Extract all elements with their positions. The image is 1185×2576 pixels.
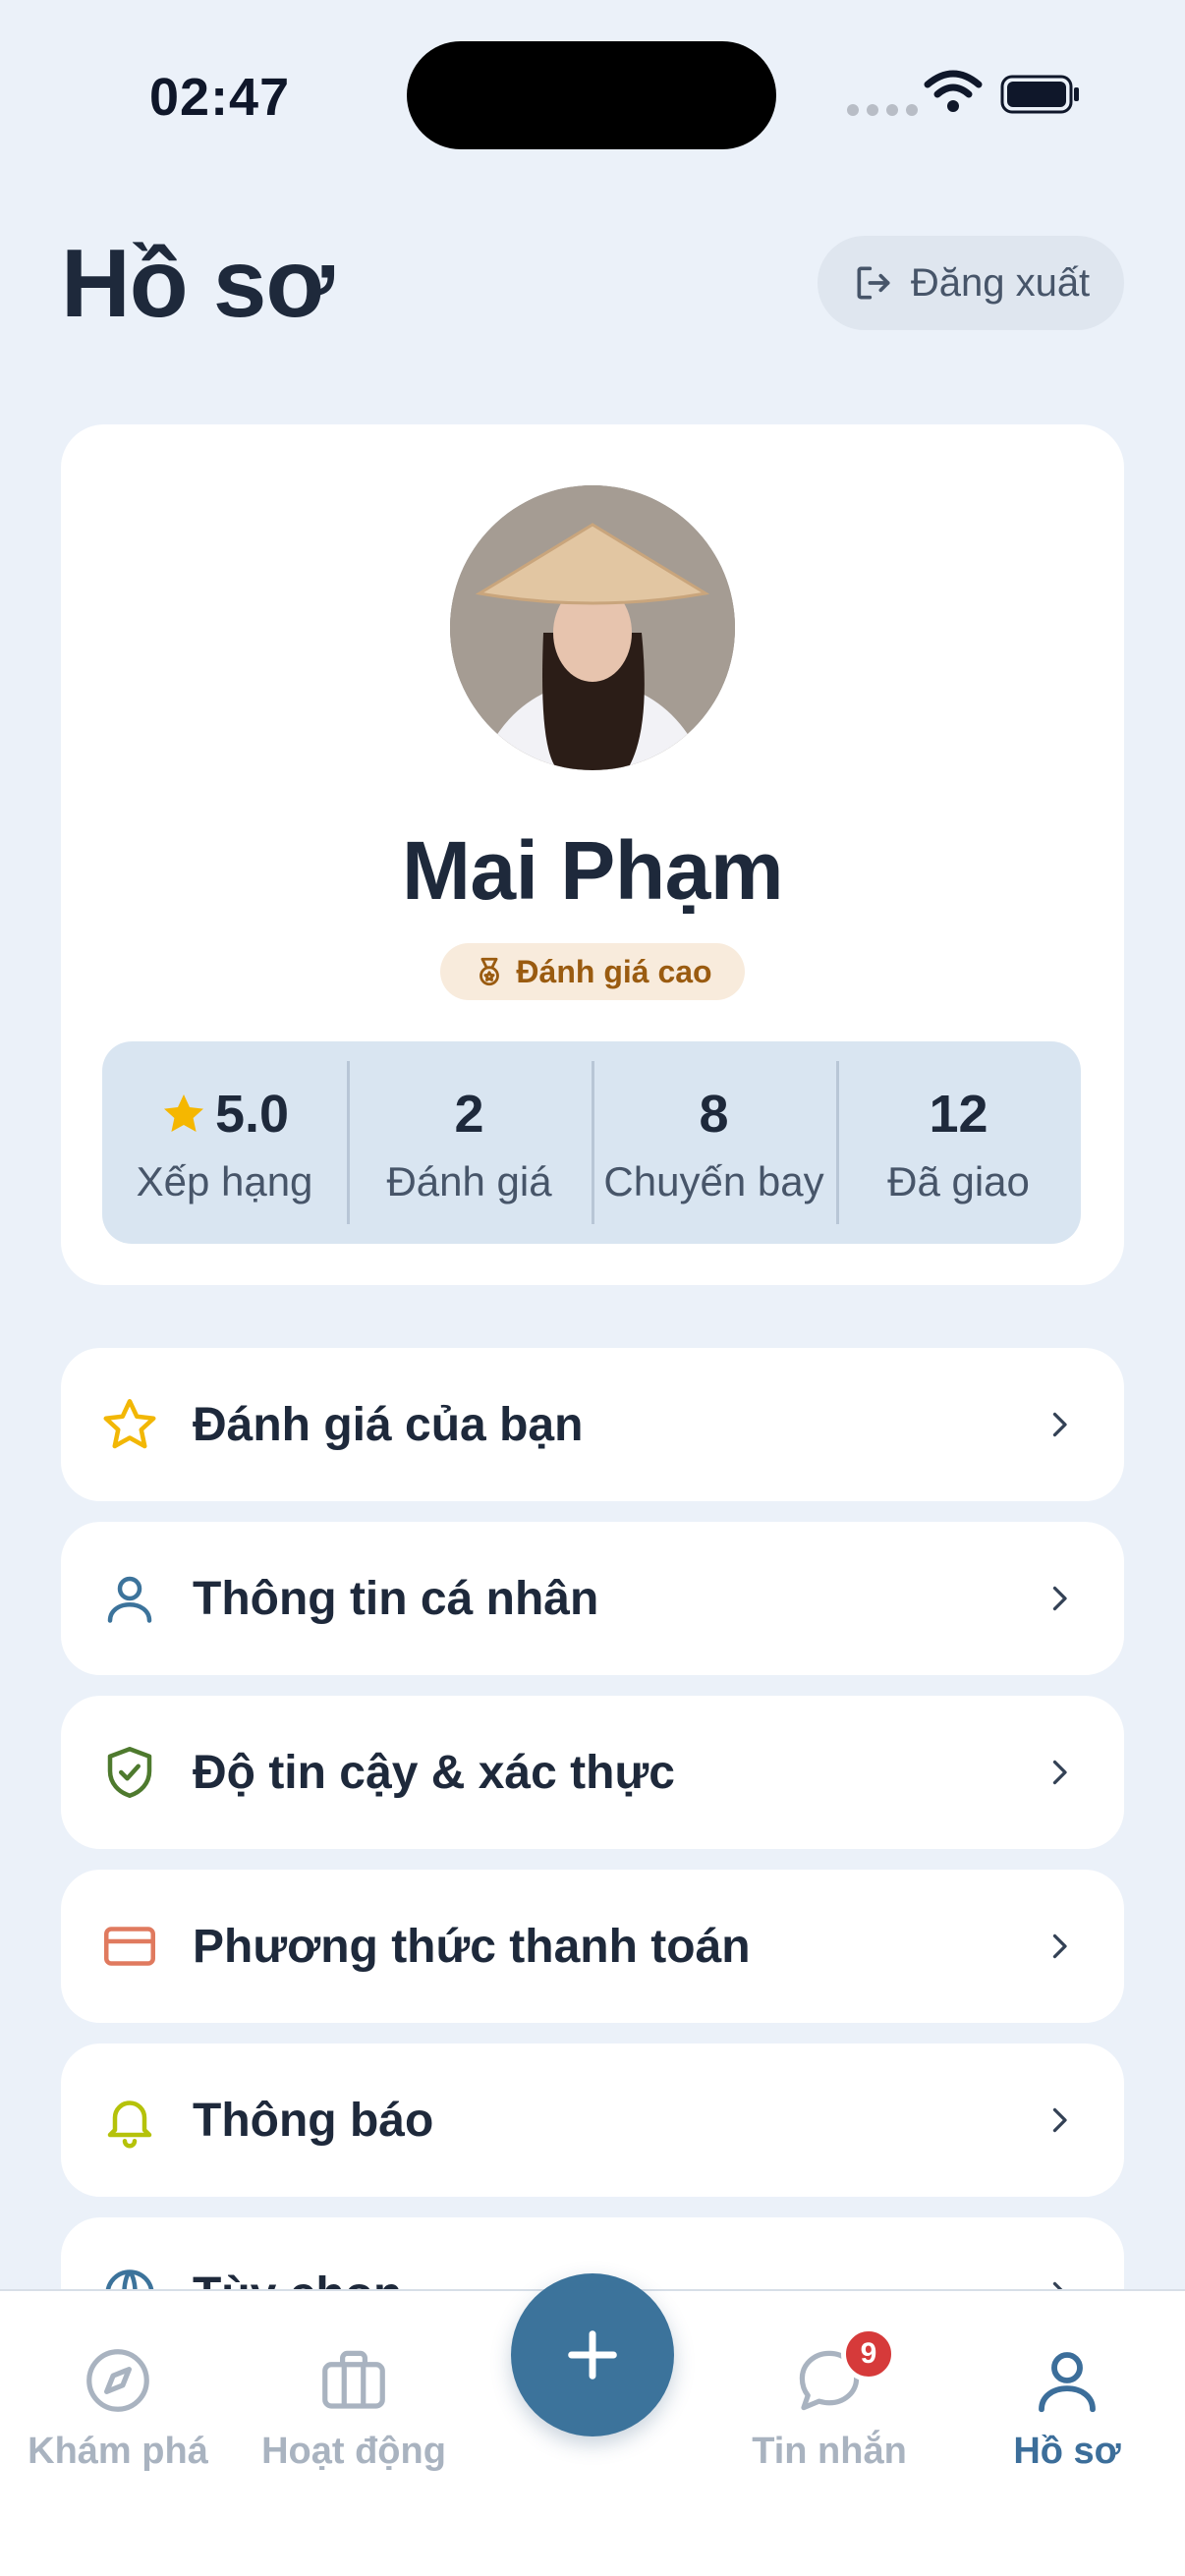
stat-value: 12	[929, 1085, 988, 1144]
nav-item-explore[interactable]: Khám phá	[0, 2342, 236, 2473]
wifi-icon	[924, 70, 983, 112]
plus-icon	[568, 2330, 617, 2380]
dynamic-island	[407, 41, 776, 149]
nav-label: Khám phá	[28, 2431, 208, 2472]
logout-icon	[857, 266, 890, 300]
status-time: 02:47	[149, 68, 291, 127]
create-button[interactable]	[511, 2273, 674, 2436]
menu-label: Thông báo	[193, 2094, 434, 2147]
medal-icon	[480, 957, 500, 986]
menu-label: Đánh giá của bạn	[193, 1398, 584, 1451]
menu-label: Độ tin cậy & xác thực	[193, 1746, 675, 1799]
menu-item-notifications[interactable]: Thông báo	[61, 2044, 1124, 2197]
briefcase-icon	[322, 2350, 385, 2409]
stat-label: Xếp hạng	[136, 1158, 313, 1204]
top-rated-badge: Đánh giá cao	[440, 943, 745, 1000]
chevron-right-icon	[1052, 1586, 1067, 1611]
nav-item-profile[interactable]: Hồ sơ	[949, 2342, 1185, 2473]
shield-check-icon	[107, 1747, 152, 1798]
profile-name: Mai Phạm	[401, 824, 784, 917]
battery-icon	[1000, 75, 1079, 114]
chevron-right-icon	[1052, 1412, 1067, 1437]
unread-count-badge: 9	[841, 2326, 896, 2381]
menu-label: Thông tin cá nhân	[193, 1572, 599, 1625]
page-title: Hồ sơ	[61, 229, 334, 337]
stat-rating: 5.0 Xếp hạng	[102, 1041, 347, 1244]
menu-item-payment-methods[interactable]: Phương thức thanh toán	[61, 1870, 1124, 2023]
logout-label: Đăng xuất	[910, 260, 1091, 305]
star-icon	[163, 1094, 203, 1132]
user-icon	[1039, 2352, 1096, 2413]
avatar[interactable]	[450, 485, 735, 770]
menu-item-personal-info[interactable]: Thông tin cá nhân	[61, 1522, 1124, 1675]
stat-value: 5.0	[214, 1085, 290, 1144]
profile-stats: 5.0 Xếp hạng 2 Đánh giá 8 Chuyến bay 12 …	[102, 1041, 1081, 1244]
compass-icon	[86, 2349, 149, 2412]
chevron-right-icon	[1052, 1933, 1067, 1959]
nav-label: Tin nhắn	[752, 2431, 907, 2472]
avatar-photo	[450, 485, 735, 770]
user-icon	[107, 1576, 152, 1623]
chevron-right-icon	[1052, 1760, 1067, 1785]
nav-item-activity[interactable]: Hoạt động	[236, 2342, 472, 2473]
logout-button[interactable]: Đăng xuất	[818, 236, 1124, 330]
stat-value: 2	[454, 1085, 484, 1144]
nav-label: Hồ sơ	[1013, 2431, 1121, 2472]
stat-label: Đánh giá	[386, 1158, 552, 1204]
stat-label: Đã giao	[887, 1158, 1030, 1204]
star-outline-icon	[103, 1399, 156, 1449]
bell-icon	[107, 2100, 152, 2149]
credit-card-icon	[104, 1927, 155, 1966]
menu-item-your-reviews[interactable]: Đánh giá của bạn	[61, 1348, 1124, 1501]
stat-reviews: 2 Đánh giá	[347, 1041, 592, 1244]
status-bar: 02:47	[0, 0, 1185, 187]
cellular-signal-icon	[847, 104, 918, 116]
menu-label: Phương thức thanh toán	[193, 1920, 751, 1973]
chevron-right-icon	[1052, 2107, 1067, 2133]
stat-delivered: 12 Đã giao	[836, 1041, 1081, 1244]
profile-card: Mai Phạm Đánh giá cao 5.0 Xếp hạng 2 Đán…	[61, 424, 1124, 1285]
menu-item-trust-verification[interactable]: Độ tin cậy & xác thực	[61, 1696, 1124, 1849]
badge-label: Đánh giá cao	[516, 953, 712, 989]
stat-flights: 8 Chuyến bay	[592, 1041, 836, 1244]
stat-label: Chuyến bay	[603, 1158, 824, 1204]
nav-item-messages[interactable]: Tin nhắn 9	[711, 2326, 947, 2473]
stat-value: 8	[699, 1085, 729, 1144]
nav-label: Hoạt động	[261, 2431, 446, 2472]
